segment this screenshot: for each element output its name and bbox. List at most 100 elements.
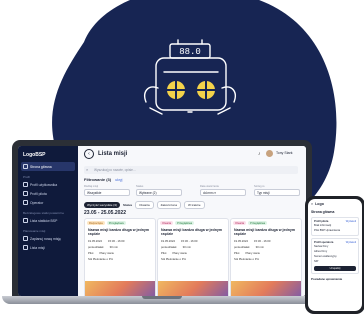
mission-map-image [158, 281, 228, 296]
controller-display: 88.0 [179, 47, 201, 57]
phone-logo[interactable]: Logo [315, 202, 324, 206]
mission-place: Sól Pleśnianie o Pni [88, 256, 113, 261]
section-title: Profil pilota [314, 220, 329, 223]
sidebar-section-planning: Planowanie misji [23, 229, 46, 233]
search-placeholder: Wyszukaj po nazwie, opisie... [94, 168, 136, 172]
status-badge: Otwarta [160, 221, 174, 225]
phone-topbar: × Logo [308, 199, 362, 209]
sidebar: LogoBSP Strona główna Profil Profil użyt… [18, 146, 78, 296]
sidebar-item-home[interactable]: Strona główna [21, 162, 75, 171]
section-sub: Pilot BSP Uprawnienia [314, 229, 341, 232]
status-badge: Rozpoczęta [87, 221, 105, 225]
select-label: Status [136, 185, 144, 188]
laptop-device: LogoBSP Strona główna Profil Profil użyt… [2, 140, 322, 306]
mission-weekday: poniedziałek [234, 244, 250, 249]
mission-time: 15:30 - 16:00 [181, 238, 198, 243]
clear-all-chip[interactable]: Wyczyść wszystkie (3) [84, 202, 120, 208]
sidebar-section-drones: Bezzałogowe statki powietrzne [23, 211, 65, 215]
main-content: ‹ Lista misji ♪ Tony Stark ⌕ Wyszukaj po… [78, 146, 306, 296]
mission-title: Nazwa misji bardzo długa w jednym rzędzi… [88, 228, 150, 237]
mission-card[interactable]: Otwarta Przeglądowa Nazwa misji bardzo d… [157, 218, 229, 296]
sidebar-item-operator[interactable]: Operator [18, 198, 78, 207]
search-icon: ⌕ [86, 167, 89, 172]
sidebar-item-user-profile[interactable]: Profil użytkownika [18, 180, 78, 189]
mission-type-select[interactable]: Wszystkie [84, 189, 130, 196]
pilot-icon [23, 191, 28, 196]
user-name[interactable]: Tony Stark [276, 151, 293, 155]
mission-pilot: Pilot [88, 250, 94, 255]
view-link[interactable]: Wyświetl [346, 241, 356, 244]
back-icon[interactable]: ‹ [84, 149, 94, 159]
select-label: Data utworzenia [200, 185, 219, 188]
date-select[interactable]: dd.mm.rr [200, 189, 246, 196]
complete-button[interactable]: Uzupełnij [314, 266, 356, 271]
laptop-screen: LogoBSP Strona główna Profil Profil użyt… [18, 146, 306, 296]
filters-header: Filtrowanie (3) ukryj [84, 177, 122, 182]
list-item: NIP [314, 260, 319, 263]
mission-type: Plany stanu [99, 250, 115, 255]
sidebar-item-label: Lista statków BSP [30, 218, 58, 223]
game-controller-icon: 88.0 [144, 39, 236, 115]
sidebar-item-label: Strona główna [30, 164, 52, 169]
sidebar-item-pilot-profile[interactable]: Profil pilota [18, 189, 78, 198]
sidebar-section-profile: Profil [23, 175, 30, 179]
sidebar-item-label: Profil pilota [30, 191, 47, 196]
mission-pilot: Pilot [161, 250, 167, 255]
pilot-profile-card: Profil pilota Wyświetl Brak informacji P… [311, 217, 359, 236]
mission-map-image [231, 281, 301, 296]
status-badge: Otwarta [233, 221, 247, 225]
phone-device: × Logo Strona główna Profil pilota Wyświ… [305, 196, 364, 314]
operator-profile-card: Profil operatora Wyświetl Nazwa firmy Ad… [311, 238, 359, 274]
operator-icon [23, 200, 28, 205]
sidebar-item-drone-list[interactable]: Lista statków BSP [18, 216, 78, 225]
chip-label: Status [122, 203, 133, 207]
bell-icon[interactable]: ♪ [258, 151, 261, 157]
type-badge: Przeglądowa [248, 221, 268, 225]
mission-title: Nazwa misji bardzo długa w jednym rzędzi… [161, 228, 223, 237]
active-filters: Wyczyść wszystkie (3) Status Otwarta Zak… [84, 201, 205, 209]
mission-date: 19.05.2022 [234, 238, 248, 243]
laptop-notch [142, 296, 182, 299]
mission-place: Sól Pleśnianie o Pni [161, 256, 186, 261]
mission-title: Nazwa misji bardzo długa w jednym rzędzi… [234, 228, 296, 237]
type-badge: Przeglądowa [106, 221, 126, 225]
mission-date: 19.05.2022 [161, 238, 175, 243]
sidebar-item-mission-list[interactable]: Lista misji [18, 243, 78, 252]
status-chip-finished[interactable]: Zakończona [156, 201, 182, 209]
drone-icon [23, 218, 28, 223]
mission-duration: 30 min [255, 244, 264, 249]
app-logo[interactable]: LogoBSP [18, 146, 78, 162]
mission-time: 15:30 - 16:00 [254, 238, 271, 243]
mission-type: Plany stanu [245, 250, 261, 255]
sidebar-item-new-mission[interactable]: Zaplanuj nową misję [18, 234, 78, 243]
select-label: Rodzaj misji [84, 185, 98, 188]
list-icon [23, 245, 28, 250]
status-chip-open[interactable]: Otwarta [135, 201, 154, 209]
select-label: Sortuj po [254, 185, 265, 188]
status-select[interactable]: Wybrane (2) [136, 189, 182, 196]
mission-card[interactable]: Rozpoczęta Przeglądowa Nazwa misji bardz… [84, 218, 156, 296]
search-input[interactable]: ⌕ Wyszukaj po nazwie, opisie... [84, 166, 298, 174]
plus-icon [23, 236, 28, 241]
phone-screen: × Logo Strona główna Profil pilota Wyświ… [308, 199, 362, 311]
mission-card[interactable]: Otwarta Przeglądowa Nazwa misji bardzo d… [230, 218, 302, 296]
section-title: Profil operatora [314, 241, 334, 244]
mission-type: Plany stanu [172, 250, 188, 255]
status-chip-in-progress[interactable]: W trakcie [184, 201, 205, 209]
sort-select[interactable]: Typ misji [254, 189, 300, 196]
sidebar-item-label: Zaplanuj nową misję [30, 236, 61, 241]
date-range-heading: 23.05 - 25.05.2022 [84, 210, 126, 216]
hide-filters-link[interactable]: ukryj [115, 178, 122, 182]
sidebar-item-label: Profil użytkownika [30, 182, 58, 187]
mission-weekday: poniedziałek [88, 244, 104, 249]
mission-date: 19.05.2022 [88, 238, 102, 243]
view-link[interactable]: Wyświetl [346, 220, 356, 223]
close-icon[interactable]: × [311, 202, 313, 206]
filters-label: Filtrowanie (3) [84, 177, 112, 182]
sidebar-item-label: Operator [30, 200, 44, 205]
avatar[interactable] [266, 150, 273, 157]
mission-duration: 30 min [109, 244, 118, 249]
mission-place: Sól Pleśnianie o Pni [234, 256, 259, 261]
section-title: Posiadane uprawnienia [311, 277, 343, 281]
mission-duration: 30 min [182, 244, 191, 249]
